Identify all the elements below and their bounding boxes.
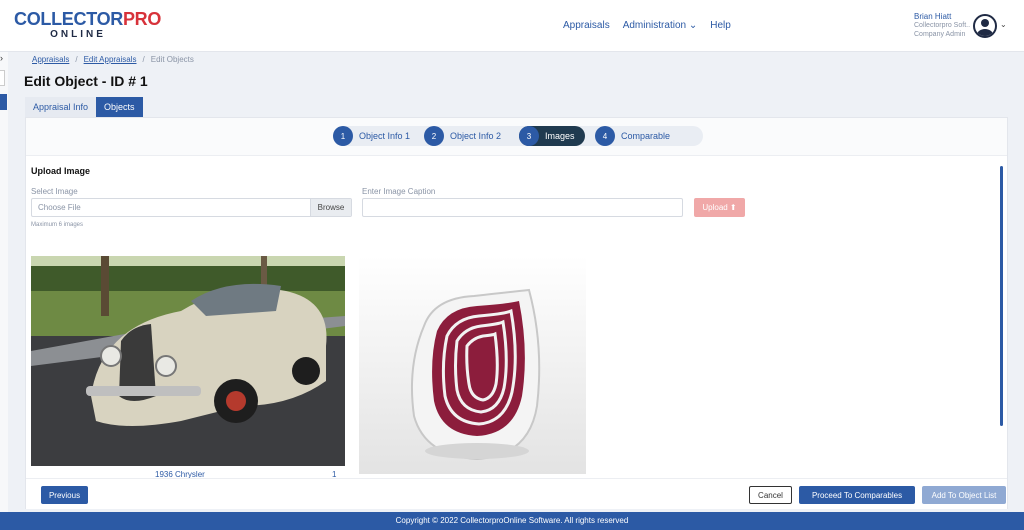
top-navbar: COLLECTORPRO ONLINE Appraisals Administr… — [0, 0, 1024, 52]
stepper-bar: 1 Object Info 1 2 Object Info 2 3 Images… — [26, 118, 1007, 156]
proceed-to-comparables-button[interactable]: Proceed To Comparables — [799, 486, 915, 504]
file-placeholder: Choose File — [38, 203, 81, 212]
chevron-down-icon: ⌄ — [688, 20, 698, 31]
collectorpro-logo[interactable]: COLLECTORPRO ONLINE — [14, 9, 161, 41]
user-company: Collectorpro Soft.. — [914, 22, 971, 29]
sidebar-collapsed-item[interactable] — [0, 70, 5, 86]
user-name: Brian Hiatt — [914, 12, 952, 21]
step-object-info-1[interactable]: 1 Object Info 1 — [333, 126, 420, 146]
step-comparable[interactable]: 4 Comparable — [595, 126, 680, 146]
tab-appraisal-info[interactable]: Appraisal Info — [25, 97, 97, 117]
car-photo — [31, 256, 345, 466]
step-label: Comparable — [621, 131, 671, 141]
step-number: 2 — [424, 126, 444, 146]
caption-label: Enter Image Caption — [362, 187, 436, 196]
page-title: Edit Object - ID # 1 — [24, 73, 148, 89]
step-label: Images — [545, 131, 575, 141]
tab-bar: Appraisal Info Objects — [25, 97, 143, 117]
breadcrumb-edit-objects: Edit Objects — [150, 55, 194, 64]
step-number: 3 — [519, 126, 539, 146]
caption-input[interactable] — [362, 198, 683, 217]
step-number: 1 — [333, 126, 353, 146]
logo-word-pro: PRO — [122, 9, 162, 29]
nav-administration-label: Administration — [622, 20, 687, 31]
add-to-object-list-button[interactable]: Add To Object List — [922, 486, 1006, 504]
browse-button[interactable]: Browse — [310, 199, 351, 216]
previous-button[interactable]: Previous — [41, 486, 88, 504]
max-images-hint: Maximum 6 images — [31, 222, 84, 228]
main-nav: Appraisals Administration ⌄ Help — [563, 20, 731, 31]
vase-photo — [359, 256, 586, 474]
upload-image-title: Upload Image — [31, 166, 91, 176]
step-object-info-2[interactable]: 2 Object Info 2 — [424, 126, 511, 146]
action-bar: Previous Cancel Proceed To Comparables A… — [26, 478, 1007, 509]
chevron-down-icon[interactable]: ⌄ — [1000, 20, 1007, 29]
uploaded-image-vase[interactable] — [359, 256, 586, 474]
user-info[interactable]: Brian Hiatt Collectorpro Soft.. Company … — [914, 12, 970, 39]
breadcrumb-separator: / — [75, 55, 78, 64]
logo-word-collector: COLLECTOR — [14, 9, 123, 29]
object-edit-card: 1 Object Info 1 2 Object Info 2 3 Images… — [25, 117, 1008, 509]
expand-sidebar-icon[interactable]: › — [0, 53, 3, 63]
nav-administration[interactable]: Administration ⌄ — [623, 20, 698, 31]
step-label: Object Info 2 — [450, 131, 502, 141]
step-label: Object Info 1 — [359, 131, 411, 141]
breadcrumb-appraisals[interactable]: Appraisals — [32, 55, 69, 64]
breadcrumb: Appraisals / Edit Appraisals / Edit Obje… — [32, 55, 194, 64]
file-input[interactable]: Choose File Browse — [31, 198, 352, 217]
user-role: Company Admin — [914, 31, 966, 38]
wizard-stepper: 1 Object Info 1 2 Object Info 2 3 Images… — [333, 126, 703, 146]
breadcrumb-edit-appraisals[interactable]: Edit Appraisals — [84, 55, 137, 64]
nav-appraisals[interactable]: Appraisals — [563, 20, 610, 31]
cancel-button[interactable]: Cancel — [749, 486, 792, 504]
content-scrollbar[interactable] — [1000, 166, 1003, 426]
user-avatar-icon[interactable] — [973, 14, 997, 38]
tab-objects[interactable]: Objects — [96, 97, 143, 117]
step-images[interactable]: 3 Images — [519, 126, 585, 146]
breadcrumb-separator: / — [142, 55, 145, 64]
footer-copyright: Copyright © 2022 CollectorproOnline Soft… — [0, 512, 1024, 530]
uploaded-image-car[interactable] — [31, 256, 345, 466]
sidebar-active-marker[interactable] — [0, 94, 7, 110]
sidebar-rail — [0, 52, 8, 512]
nav-help[interactable]: Help — [710, 20, 731, 31]
logo-word-online: ONLINE — [50, 29, 106, 40]
step-number: 4 — [595, 126, 615, 146]
upload-button[interactable]: Upload ⬆ — [694, 198, 745, 217]
select-image-label: Select Image — [31, 187, 78, 196]
